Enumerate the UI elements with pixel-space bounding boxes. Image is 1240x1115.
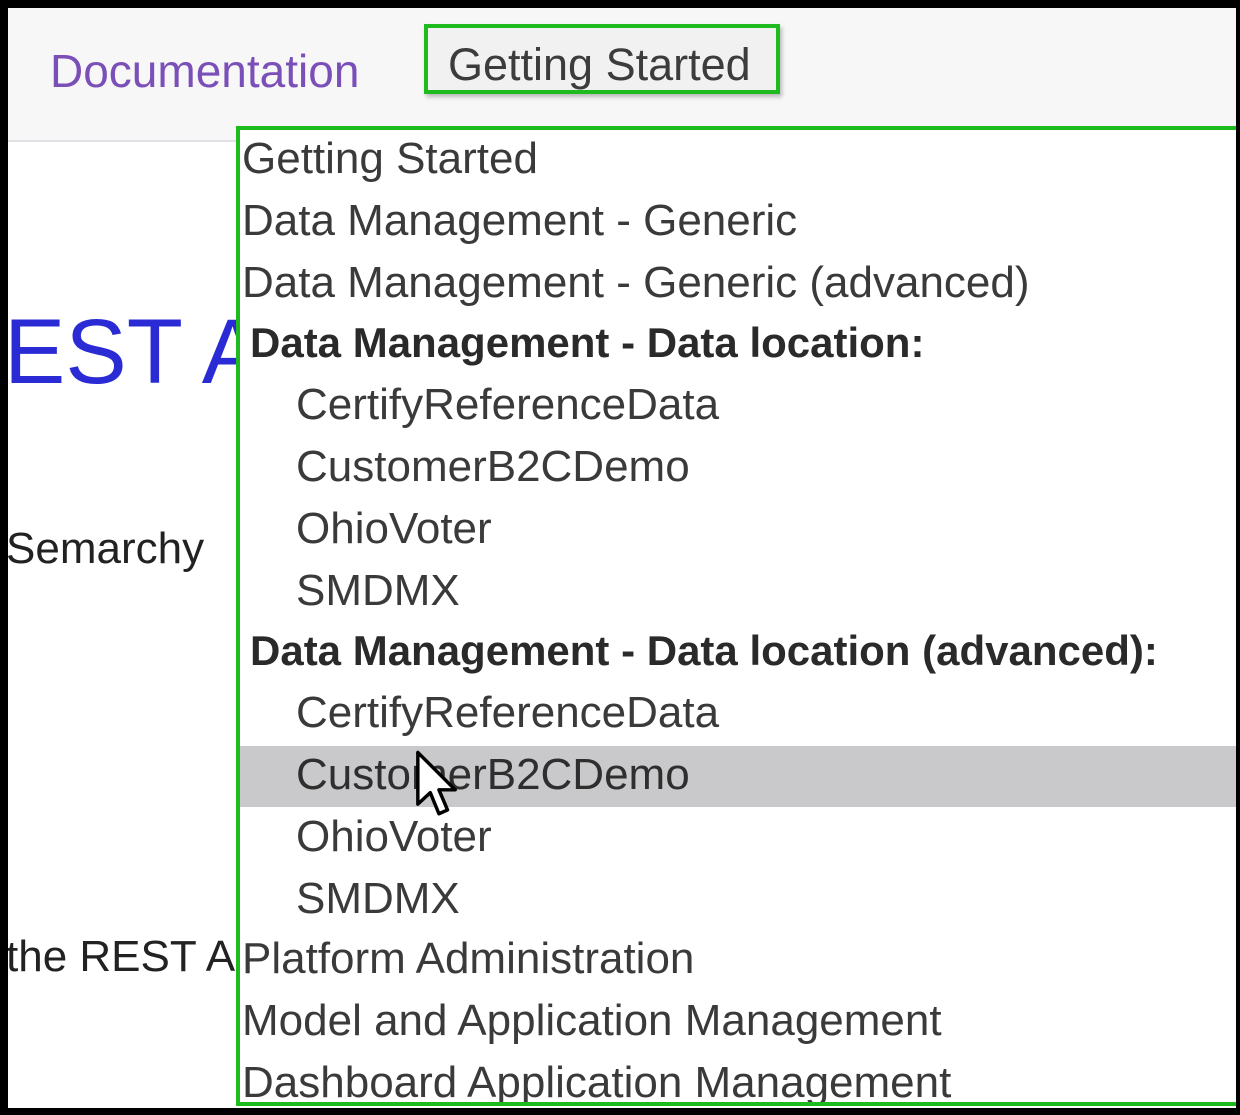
option-smdmx-advanced[interactable]: SMDMX (240, 870, 1236, 931)
option-customer-b2c-demo[interactable]: CustomerB2CDemo (240, 438, 1236, 499)
section-select[interactable]: Getting Started (424, 24, 780, 94)
option-platform-administration[interactable]: Platform Administration (240, 930, 1236, 991)
body-text: the REST A (8, 932, 236, 981)
mouse-pointer-icon (416, 750, 457, 816)
option-model-application-management[interactable]: Model and Application Management (240, 992, 1236, 1053)
option-smdmx[interactable]: SMDMX (240, 562, 1236, 623)
option-dashboard-application-management[interactable]: Dashboard Application Management (240, 1054, 1236, 1102)
documentation-page: Documentation Getting Started EST A Sema… (8, 8, 1236, 1108)
option-certify-reference-data-advanced[interactable]: CertifyReferenceData (240, 684, 1236, 745)
page-title: EST A (8, 301, 264, 403)
section-select-value: Getting Started (448, 39, 751, 90)
option-ohio-voter[interactable]: OhioVoter (240, 500, 1236, 561)
top-navigation-bar: Documentation Getting Started (8, 8, 1236, 142)
option-data-management-generic[interactable]: Data Management - Generic (240, 192, 1236, 253)
option-data-management-generic-advanced[interactable]: Data Management - Generic (advanced) (240, 254, 1236, 315)
optgroup-data-location-advanced: Data Management - Data location (advance… (250, 627, 1158, 674)
documentation-link[interactable]: Documentation (50, 44, 359, 98)
option-certify-reference-data[interactable]: CertifyReferenceData (240, 376, 1236, 437)
section-dropdown-list: Getting Started Data Management - Generi… (236, 126, 1236, 1106)
intro-text: Semarchy (8, 524, 205, 573)
optgroup-data-location: Data Management - Data location: (250, 319, 925, 366)
option-getting-started[interactable]: Getting Started (240, 130, 1236, 191)
option-customer-b2c-demo-advanced[interactable]: CustomerB2CDemo (240, 746, 1236, 807)
option-ohio-voter-advanced[interactable]: OhioVoter (240, 808, 1236, 869)
